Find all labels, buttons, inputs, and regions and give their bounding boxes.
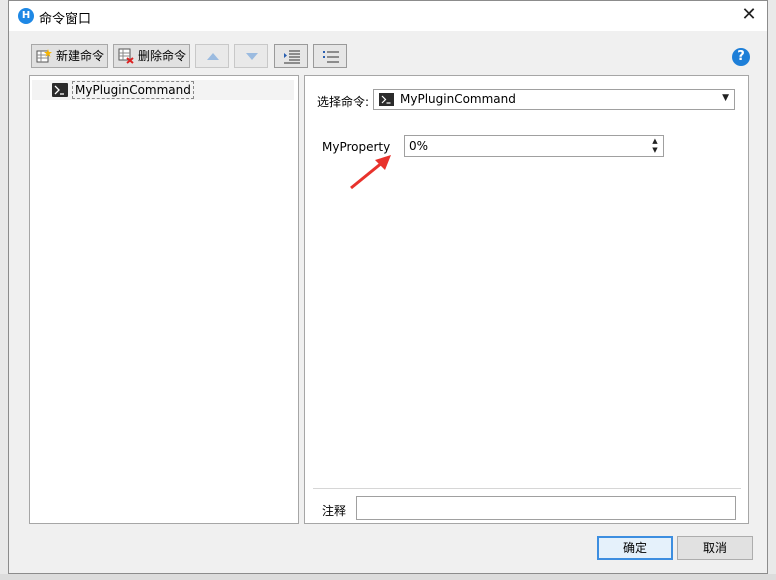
background-app-bottom-edge — [0, 574, 776, 580]
tree-item[interactable]: MyPluginCommand — [32, 80, 294, 100]
close-button[interactable]: ✕ — [739, 5, 759, 25]
divider — [313, 488, 741, 489]
cancel-button[interactable]: 取消 — [677, 536, 753, 560]
help-icon[interactable]: ? — [732, 48, 750, 66]
delete-command-button[interactable]: 删除命令 — [113, 44, 190, 68]
ok-button[interactable]: 确定 — [597, 536, 673, 560]
command-terminal-icon — [52, 83, 68, 97]
new-command-label: 新建命令 — [56, 49, 105, 63]
move-up-button[interactable] — [195, 44, 229, 68]
selected-command-value: MyPluginCommand — [400, 92, 516, 106]
command-dialog: H 命令窗口 ✕ 新建命令 删除命令 ? MyPluginCommand 选择命… — [8, 0, 768, 574]
delete-command-icon — [118, 48, 134, 64]
note-label: 注释 — [322, 504, 347, 518]
command-tree-panel: MyPluginCommand — [29, 75, 299, 524]
command-select[interactable]: MyPluginCommand ▼ — [373, 89, 735, 110]
window-title: 命令窗口 — [39, 12, 92, 27]
select-command-label: 选择命令: — [317, 95, 370, 109]
tree-item-label: MyPluginCommand — [72, 81, 194, 99]
new-command-button[interactable]: 新建命令 — [31, 44, 108, 68]
outdent-icon — [323, 51, 339, 63]
outdent-button[interactable] — [313, 44, 347, 68]
arrow-down-icon — [246, 53, 258, 60]
app-logo-icon: H — [18, 8, 34, 24]
spinner-icon[interactable]: ▲ ▼ — [651, 137, 659, 155]
note-input[interactable] — [356, 496, 736, 520]
indent-icon — [284, 50, 300, 64]
dropdown-caret-icon: ▼ — [722, 93, 729, 103]
move-down-button[interactable] — [234, 44, 268, 68]
arrow-up-icon — [207, 53, 219, 60]
command-terminal-icon — [379, 93, 394, 106]
title-bar: H 命令窗口 ✕ — [9, 1, 767, 31]
indent-button[interactable] — [274, 44, 308, 68]
new-command-icon — [36, 49, 52, 63]
delete-command-label: 删除命令 — [138, 49, 187, 63]
annotation-arrow-icon — [350, 155, 391, 190]
command-editor-panel: 选择命令: MyPluginCommand ▼ MyProperty 0% ▲ ▼… — [304, 75, 749, 524]
property-value-input[interactable]: 0% ▲ ▼ — [404, 135, 664, 157]
property-value: 0% — [409, 139, 429, 153]
